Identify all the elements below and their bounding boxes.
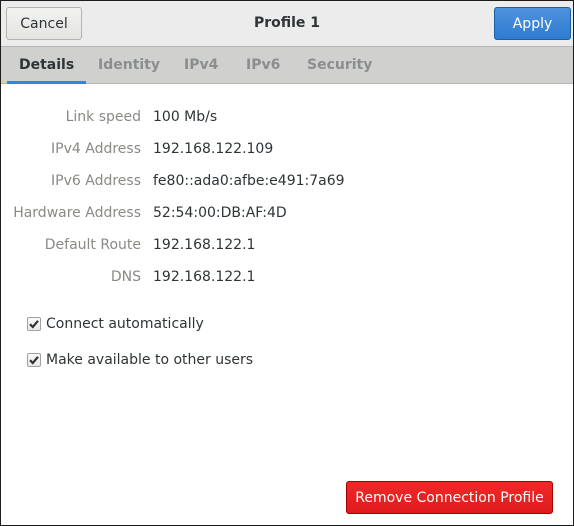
checkbox-label: Make available to other users — [46, 352, 254, 368]
detail-label: IPv4 Address — [51, 141, 141, 157]
connect-automatically-option[interactable]: Connect automatically — [27, 314, 204, 334]
detail-value: 52:54:00:DB:AF:4D — [153, 205, 287, 221]
make-available-checkbox[interactable] — [27, 353, 41, 367]
dialog-title: Profile 1 — [253, 15, 321, 31]
checkmark-icon — [29, 320, 39, 329]
checkmark-icon — [29, 356, 39, 365]
connection-profile-dialog: Cancel Profile 1 Apply Details Identity … — [0, 0, 574, 526]
make-available-option[interactable]: Make available to other users — [27, 350, 253, 370]
detail-row-link-speed: Link speed 100 Mb/s — [1, 109, 573, 129]
detail-row-hardware-address: Hardware Address 52:54:00:DB:AF:4D — [1, 205, 573, 225]
tab-identity[interactable]: Identity — [98, 47, 160, 83]
detail-label: IPv6 Address — [51, 173, 141, 189]
tab-bar: Details Identity IPv4 IPv6 Security — [1, 47, 573, 84]
detail-value: fe80::ada0:afbe:e491:7a69 — [153, 173, 345, 189]
detail-label: DNS — [110, 269, 141, 285]
tab-ipv4[interactable]: IPv4 — [184, 47, 218, 83]
detail-value: 100 Mb/s — [153, 109, 218, 125]
tab-security[interactable]: Security — [307, 47, 372, 83]
detail-value: 192.168.122.1 — [153, 269, 256, 285]
remove-connection-profile-button[interactable]: Remove Connection Profile — [346, 481, 553, 514]
connect-automatically-checkbox[interactable] — [27, 317, 41, 331]
detail-label: Hardware Address — [13, 205, 141, 221]
tab-ipv6[interactable]: IPv6 — [246, 47, 280, 83]
detail-row-ipv6-address: IPv6 Address fe80::ada0:afbe:e491:7a69 — [1, 173, 573, 193]
detail-row-default-route: Default Route 192.168.122.1 — [1, 237, 573, 257]
checkbox-label: Connect automatically — [46, 316, 204, 332]
detail-label: Link speed — [65, 109, 141, 125]
detail-value: 192.168.122.109 — [153, 141, 274, 157]
detail-value: 192.168.122.1 — [153, 237, 256, 253]
detail-row-ipv4-address: IPv4 Address 192.168.122.109 — [1, 141, 573, 161]
header-bar: Cancel Profile 1 Apply — [1, 1, 573, 47]
detail-row-dns: DNS 192.168.122.1 — [1, 269, 573, 289]
detail-label: Default Route — [44, 237, 141, 253]
apply-button[interactable]: Apply — [494, 7, 571, 40]
tab-details[interactable]: Details — [6, 47, 87, 84]
